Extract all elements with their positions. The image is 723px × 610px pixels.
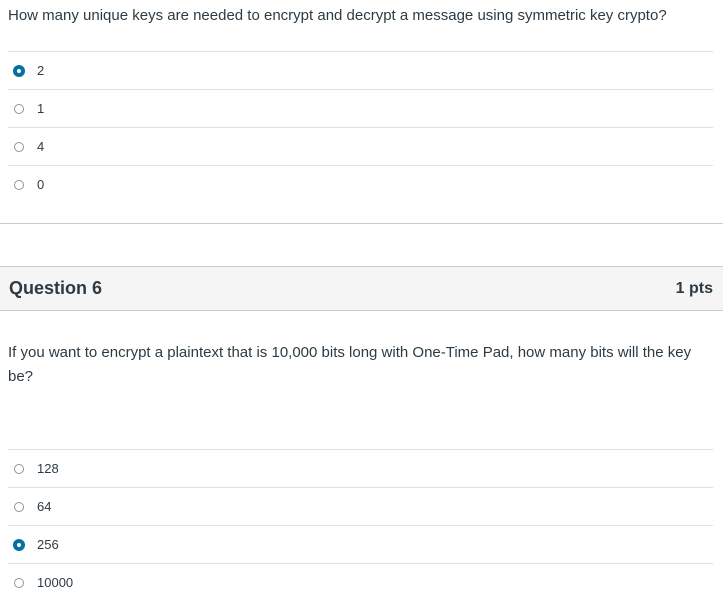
question-5-text: How many unique keys are needed to encry… [8,7,667,24]
radio-icon[interactable] [14,142,24,152]
answer-label: 64 [37,499,52,514]
answer-label: 2 [37,63,45,78]
radio-icon[interactable] [14,104,24,114]
answer-label: 1 [37,101,45,116]
radio-selected-icon[interactable] [14,66,24,76]
answer-option[interactable]: 1 [8,89,713,128]
radio-icon[interactable] [14,180,24,190]
answer-label: 256 [37,537,59,552]
answer-label: 10000 [37,575,74,590]
radio-selected-icon[interactable] [14,540,24,550]
answer-option[interactable]: 0 [8,165,713,204]
answer-option[interactable]: 10000 [8,563,713,602]
question-points: 1 pts [675,279,713,297]
answer-label: 0 [37,177,45,192]
radio-icon[interactable] [14,464,24,474]
answer-label: 128 [37,461,59,476]
radio-icon[interactable] [14,578,24,588]
question-6-header: Question 6 1 pts [0,266,723,311]
question-divider [0,223,723,224]
answer-option[interactable]: 2 [8,51,713,90]
radio-icon[interactable] [14,502,24,512]
answer-label: 4 [37,139,45,154]
question-6-text: If you want to encrypt a plaintext that … [8,344,692,385]
answer-option[interactable]: 128 [8,449,713,488]
answer-option[interactable]: 64 [8,487,713,526]
answer-option[interactable]: 4 [8,127,713,166]
answer-option[interactable]: 256 [8,525,713,564]
question-title: Question 6 [9,278,103,298]
